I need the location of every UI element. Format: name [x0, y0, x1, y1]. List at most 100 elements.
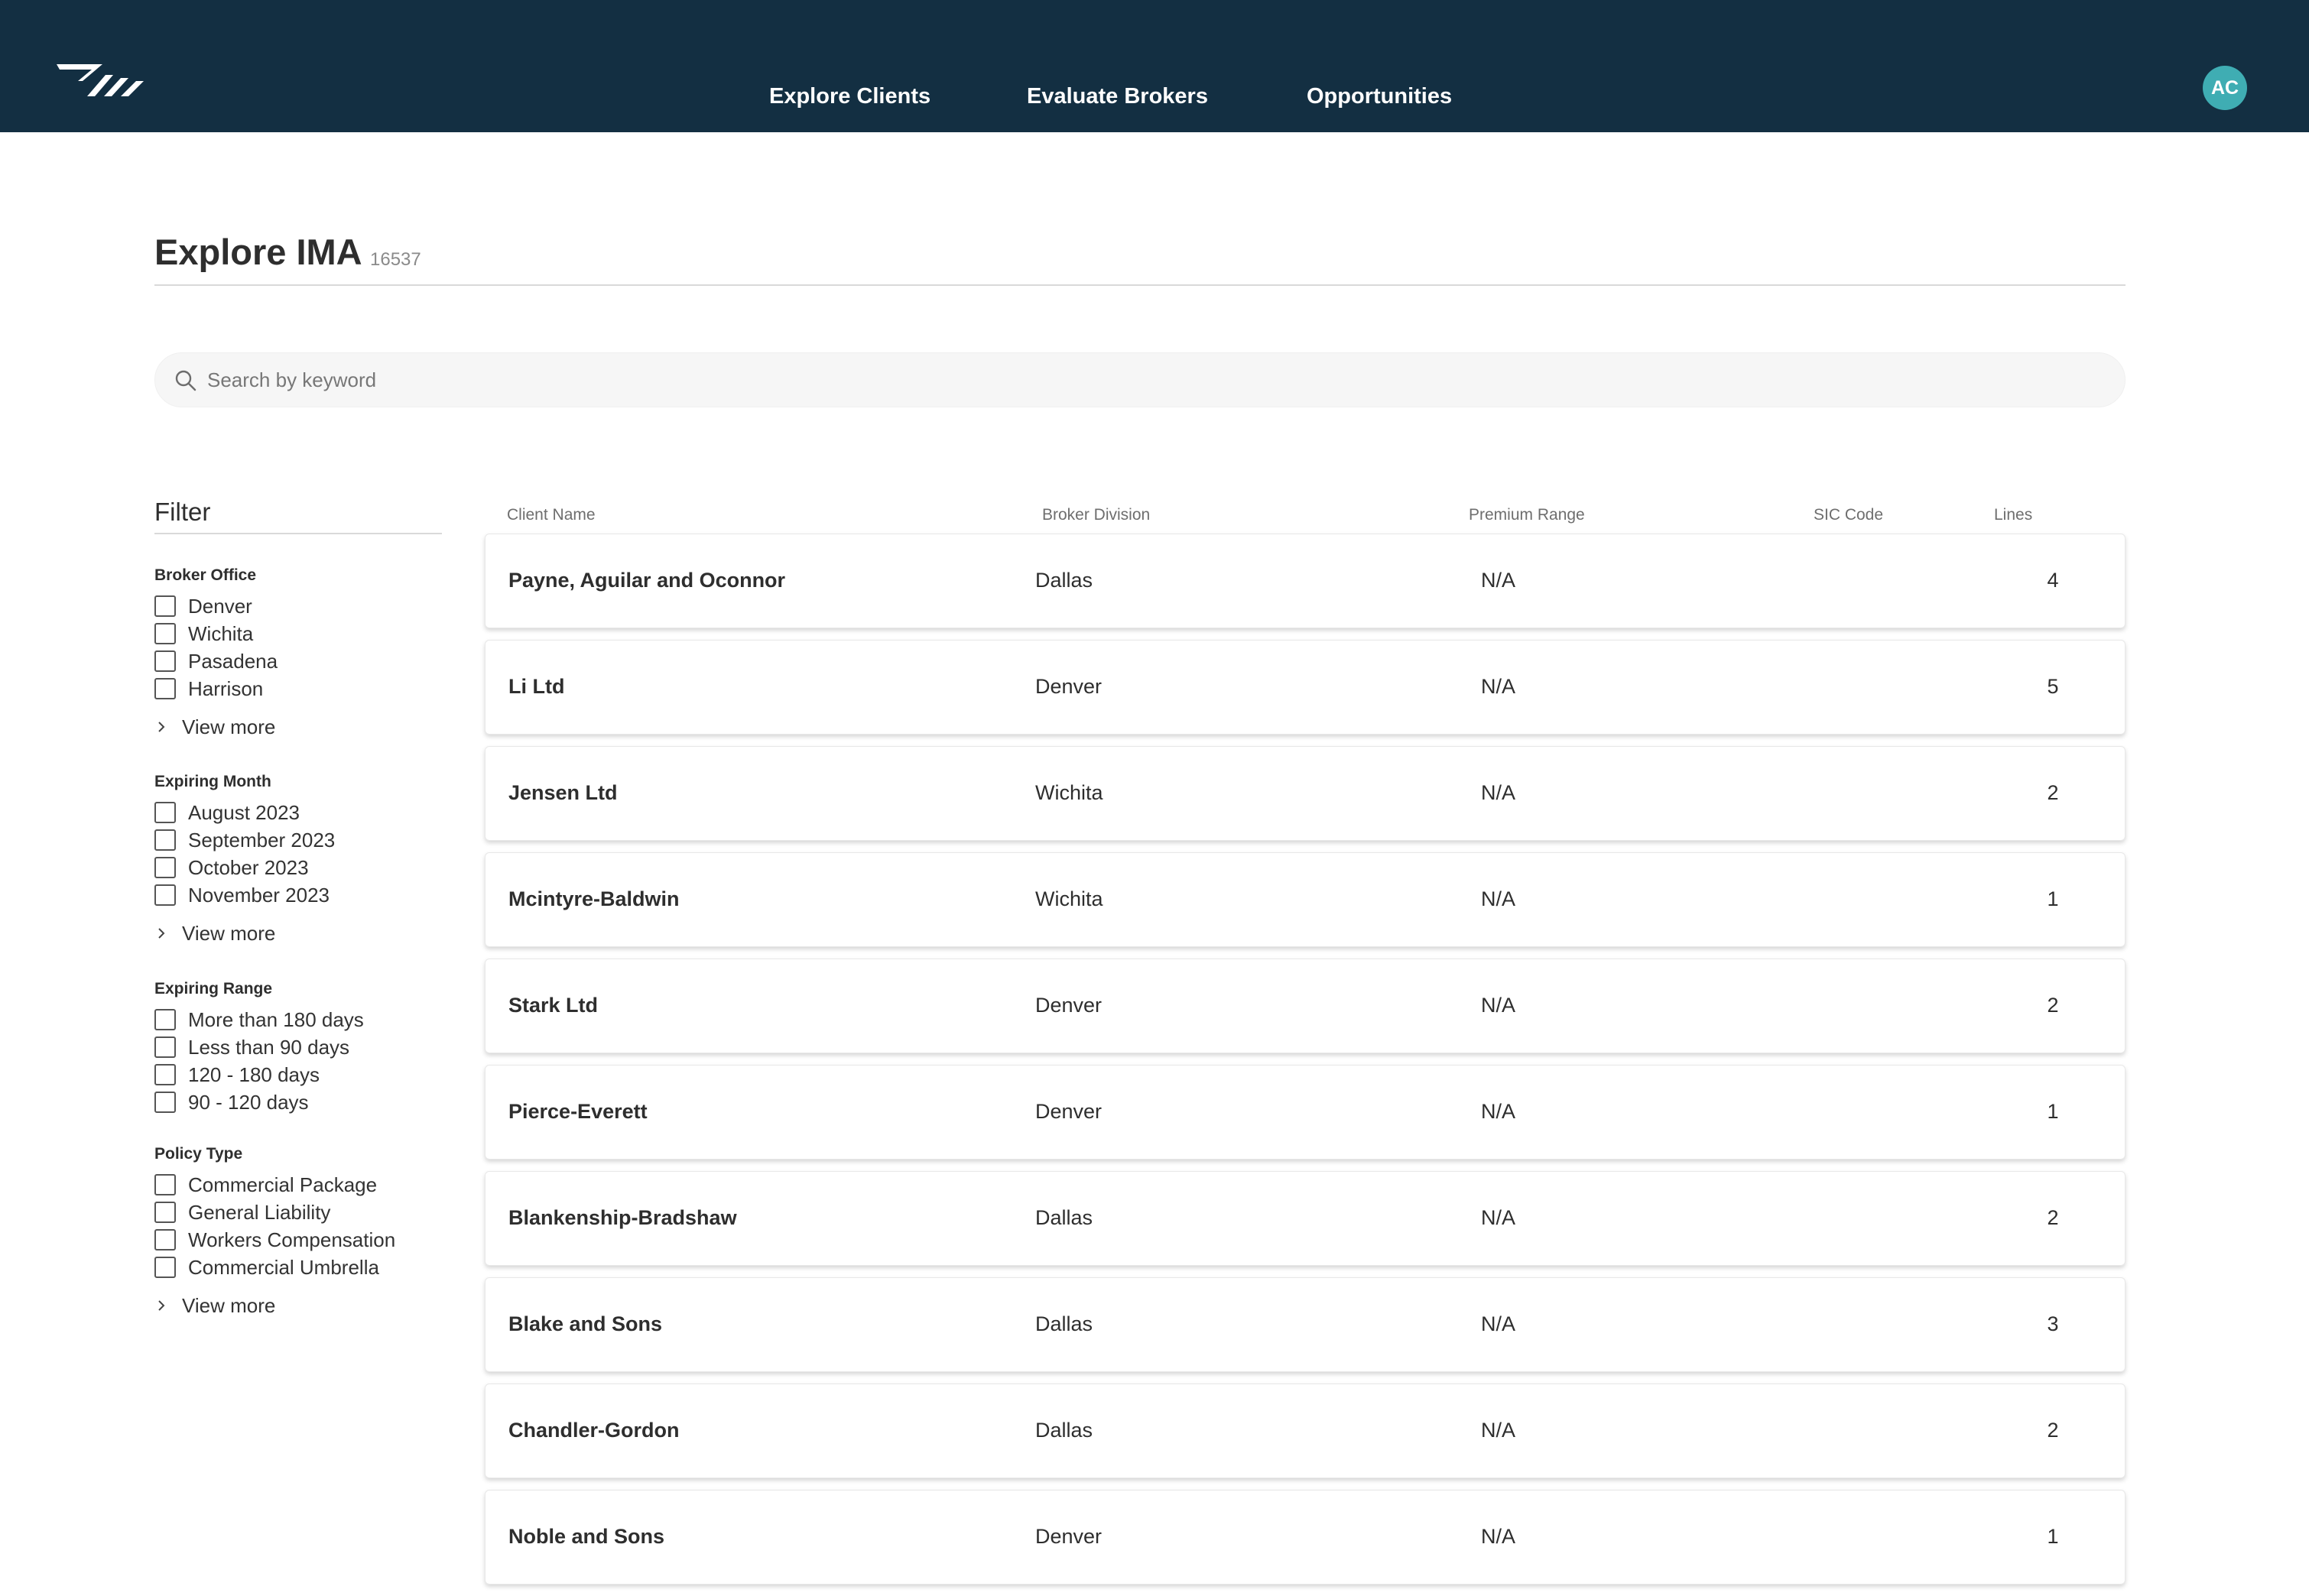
filter-option-label: More than 180 days: [188, 1007, 364, 1031]
broker-division-cell: Dallas: [1035, 569, 1093, 592]
client-table-body: Payne, Aguilar and Oconnor Dallas N/A 4 …: [485, 534, 2126, 1596]
filter-group-title: Policy Type: [154, 1145, 243, 1163]
filter-option-commercial-package[interactable]: Commercial Package: [154, 1171, 476, 1199]
column-header-lines[interactable]: Lines: [1994, 506, 2032, 524]
broker-division-cell: Dallas: [1035, 1206, 1093, 1229]
table-row[interactable]: Noble and Sons Denver N/A 1: [485, 1490, 2126, 1585]
filter-option-october-2023[interactable]: October 2023: [154, 854, 476, 881]
checkbox[interactable]: [154, 650, 176, 672]
checkbox[interactable]: [154, 1202, 176, 1223]
broker-division-cell: Dallas: [1035, 1312, 1093, 1335]
client-name-cell: Chandler-Gordon: [508, 1419, 680, 1442]
checkbox[interactable]: [154, 1036, 176, 1058]
checkbox[interactable]: [154, 1257, 176, 1278]
filter-option-label: Pasadena: [188, 649, 278, 673]
filter-option-august-2023[interactable]: August 2023: [154, 799, 476, 826]
premium-range-cell: N/A: [1481, 675, 1516, 698]
result-count: 16537: [370, 249, 421, 270]
column-header-sic-code[interactable]: SIC Code: [1814, 506, 1883, 524]
table-row[interactable]: Jensen Ltd Wichita N/A 2: [485, 746, 2126, 841]
filter-option-commercial-umbrella[interactable]: Commercial Umbrella: [154, 1254, 476, 1281]
view-more-expiring-month[interactable]: View more: [154, 920, 476, 947]
filter-option-label: Workers Compensation: [188, 1228, 396, 1251]
chevron-right-icon: [158, 1300, 165, 1311]
table-row[interactable]: Li Ltd Denver N/A 5: [485, 640, 2126, 735]
client-name-cell: Li Ltd: [508, 675, 565, 698]
table-row[interactable]: Stark Ltd Denver N/A 2: [485, 959, 2126, 1053]
page-title: Explore IMA: [154, 232, 362, 272]
filter-option-label: Wichita: [188, 621, 254, 645]
company-logo-icon[interactable]: [55, 61, 148, 99]
broker-division-cell: Wichita: [1035, 887, 1103, 910]
filter-option-label: Less than 90 days: [188, 1035, 350, 1059]
filter-option-september-2023[interactable]: September 2023: [154, 826, 476, 854]
nav-explore-clients[interactable]: Explore Clients: [769, 84, 930, 115]
table-row[interactable]: Blake and Sons Dallas N/A 3: [485, 1277, 2126, 1372]
filter-group-title: Expiring Range: [154, 980, 273, 998]
lines-cell: 5: [2047, 675, 2059, 698]
filter-group-policy-type: Policy Type Commercial Package General L…: [154, 1145, 476, 1319]
filter-option-less-than-90-days[interactable]: Less than 90 days: [154, 1033, 476, 1061]
view-more-label: View more: [182, 715, 276, 738]
filter-option-label: August 2023: [188, 800, 300, 824]
table-row[interactable]: Blankenship-Bradshaw Dallas N/A 2: [485, 1171, 2126, 1266]
checkbox[interactable]: [154, 1092, 176, 1113]
filter-option-more-than-180-days[interactable]: More than 180 days: [154, 1006, 476, 1033]
nav-evaluate-brokers[interactable]: Evaluate Brokers: [1027, 84, 1208, 115]
premium-range-cell: N/A: [1481, 1312, 1516, 1335]
checkbox[interactable]: [154, 1009, 176, 1030]
broker-division-cell: Dallas: [1035, 1419, 1093, 1442]
checkbox[interactable]: [154, 595, 176, 617]
filter-option-label: General Liability: [188, 1200, 331, 1224]
filter-option-120-180-days[interactable]: 120 - 180 days: [154, 1061, 476, 1088]
lines-cell: 1: [2047, 887, 2059, 910]
lines-cell: 2: [2047, 781, 2059, 804]
checkbox[interactable]: [154, 1064, 176, 1085]
filter-option-pasadena[interactable]: Pasadena: [154, 647, 476, 675]
client-name-cell: Pierce-Everett: [508, 1100, 648, 1123]
filter-option-general-liability[interactable]: General Liability: [154, 1199, 476, 1226]
premium-range-cell: N/A: [1481, 887, 1516, 910]
lines-cell: 2: [2047, 1419, 2059, 1442]
checkbox[interactable]: [154, 678, 176, 699]
filter-option-harrison[interactable]: Harrison: [154, 675, 476, 702]
premium-range-cell: N/A: [1481, 781, 1516, 804]
table-row[interactable]: Mcintyre-Baldwin Wichita N/A 1: [485, 852, 2126, 947]
view-more-broker-office[interactable]: View more: [154, 713, 476, 741]
broker-division-cell: Denver: [1035, 675, 1103, 698]
table-row[interactable]: Chandler-Gordon Dallas N/A 2: [485, 1384, 2126, 1478]
search-input[interactable]: [207, 353, 2103, 407]
column-header-premium-range[interactable]: Premium Range: [1469, 506, 1585, 524]
filter-option-november-2023[interactable]: November 2023: [154, 881, 476, 909]
column-header-broker-division[interactable]: Broker Division: [1042, 506, 1150, 524]
column-header-client-name[interactable]: Client Name: [507, 506, 596, 524]
broker-division-cell: Denver: [1035, 1525, 1103, 1548]
filter-option-denver[interactable]: Denver: [154, 592, 476, 620]
filter-option-wichita[interactable]: Wichita: [154, 620, 476, 647]
title-divider: [154, 284, 2126, 286]
user-avatar[interactable]: AC: [2203, 66, 2247, 110]
filter-option-label: 90 - 120 days: [188, 1090, 309, 1114]
filter-option-90-120-days[interactable]: 90 - 120 days: [154, 1088, 476, 1116]
checkbox[interactable]: [154, 884, 176, 906]
checkbox[interactable]: [154, 1229, 176, 1251]
checkbox[interactable]: [154, 857, 176, 878]
premium-range-cell: N/A: [1481, 1525, 1516, 1548]
checkbox[interactable]: [154, 623, 176, 644]
chevron-right-icon: [158, 928, 165, 939]
filter-option-label: Denver: [188, 594, 252, 618]
filter-option-label: 120 - 180 days: [188, 1062, 320, 1086]
view-more-policy-type[interactable]: View more: [154, 1292, 476, 1319]
table-row[interactable]: Payne, Aguilar and Oconnor Dallas N/A 4: [485, 534, 2126, 628]
client-name-cell: Jensen Ltd: [508, 781, 618, 804]
nav-opportunities[interactable]: Opportunities: [1307, 84, 1452, 115]
checkbox[interactable]: [154, 829, 176, 851]
client-name-cell: Blankenship-Bradshaw: [508, 1206, 737, 1229]
checkbox[interactable]: [154, 802, 176, 823]
filter-group-expiring-range: Expiring Range More than 180 days Less t…: [154, 980, 476, 1116]
filter-option-workers-compensation[interactable]: Workers Compensation: [154, 1226, 476, 1254]
client-name-cell: Blake and Sons: [508, 1312, 663, 1335]
checkbox[interactable]: [154, 1174, 176, 1195]
filter-group-title: Broker Office: [154, 566, 257, 584]
table-row[interactable]: Pierce-Everett Denver N/A 1: [485, 1065, 2126, 1160]
